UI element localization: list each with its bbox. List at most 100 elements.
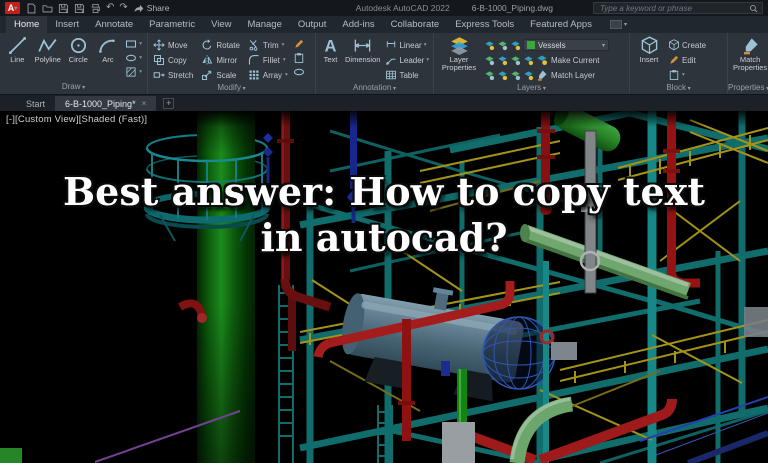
trim-tool[interactable]: Trim <box>248 38 288 52</box>
scale-tool[interactable]: Scale <box>201 68 240 82</box>
panel-label-block[interactable]: Block <box>630 82 727 94</box>
ribbon-tab[interactable]: Express Tools <box>447 16 522 33</box>
insert-tool[interactable]: Insert <box>635 36 663 64</box>
layer-color-swatch <box>527 41 535 49</box>
arc-tool[interactable]: Arc <box>96 36 121 64</box>
ellipse-tool[interactable] <box>125 52 142 64</box>
array-tool[interactable]: Array <box>248 68 288 82</box>
save-as-icon[interactable] <box>74 3 85 14</box>
stretch-tool[interactable]: Stretch <box>153 68 193 82</box>
hatch-tool[interactable] <box>125 66 142 78</box>
properties-tools: Match Properties ByLayer ByLayer <box>728 33 768 82</box>
panel-label-properties[interactable]: Properties <box>728 82 768 94</box>
undo-icon[interactable]: ↶ <box>106 3 114 13</box>
mirror-tool[interactable]: Mirror <box>201 53 240 67</box>
tab-bar-extra-icon[interactable] <box>609 16 627 33</box>
polyline-icon <box>38 36 57 55</box>
line-icon <box>8 36 27 55</box>
match-properties-tool[interactable]: Match Properties <box>733 36 767 73</box>
linear-tool[interactable]: Linear <box>385 38 429 52</box>
line-tool[interactable]: Line <box>5 36 30 64</box>
tool-label: Array <box>262 70 283 80</box>
panel-label-modify[interactable]: Modify <box>148 82 315 94</box>
ribbon-tab-label: Parametric <box>149 19 196 30</box>
layer-isolate-icon[interactable] <box>484 55 495 66</box>
dimension-tool[interactable]: Dimension <box>345 36 380 64</box>
autocad-logo[interactable] <box>5 2 20 14</box>
match-layer-tool[interactable]: Match Layer <box>536 69 595 81</box>
layer-on-icon[interactable] <box>523 55 534 66</box>
layer-unisolate-icon[interactable] <box>497 55 508 66</box>
new-tab-button[interactable]: + <box>163 98 175 109</box>
plot-icon[interactable] <box>90 3 101 14</box>
ribbon-tab[interactable]: Manage <box>240 16 290 33</box>
tool-label: Stretch <box>168 70 194 80</box>
array-icon <box>248 69 260 81</box>
layer-prev-icon[interactable] <box>484 70 495 81</box>
layer-freeze-icon[interactable] <box>497 40 508 51</box>
rectangle-icon <box>125 38 137 50</box>
panel-label-annotation[interactable]: Annotation <box>316 82 433 94</box>
erase-icon[interactable] <box>293 38 305 50</box>
match-layer-icon <box>536 69 548 81</box>
ribbon-tab-label: Annotate <box>95 19 134 30</box>
open-icon[interactable] <box>42 3 53 14</box>
circle-icon <box>69 36 88 55</box>
panel-label-layers[interactable]: Layers <box>434 82 629 94</box>
save-icon[interactable] <box>58 3 69 14</box>
text-tool[interactable]: Text <box>321 36 340 64</box>
viewport-controls[interactable]: [-][Custom View][Shaded (Fast)] <box>6 114 147 125</box>
tool-label: Match Layer <box>551 70 596 80</box>
search-input[interactable] <box>598 2 746 14</box>
ribbon-tab[interactable]: Insert <box>47 16 87 33</box>
polyline-tool[interactable]: Polyline <box>35 36 61 64</box>
table-tool[interactable]: Table <box>385 68 429 82</box>
drawing-tab[interactable]: 6-B-1000_Piping* × <box>55 96 157 111</box>
panel-modify: Move Copy Stretch Rotate Mirror Scale Tr… <box>148 33 316 94</box>
create-block-icon <box>668 39 680 51</box>
ribbon-tab-label: Home <box>14 19 40 30</box>
panel-block: Insert Create Edit Block <box>630 33 728 94</box>
layer-off-icon[interactable] <box>484 40 495 51</box>
circle-tool[interactable]: Circle <box>66 36 91 64</box>
start-tab[interactable]: Start <box>16 96 55 111</box>
search-box[interactable] <box>593 2 763 14</box>
copy-tool[interactable]: Copy <box>153 53 193 67</box>
ribbon-tab[interactable]: Collaborate <box>383 16 448 33</box>
leader-tool[interactable]: Leader <box>385 53 429 67</box>
move-tool[interactable]: Move <box>153 38 193 52</box>
ribbon-tab[interactable]: Output <box>290 16 335 33</box>
create-block-tool[interactable]: Create <box>668 38 706 52</box>
drawing-viewport[interactable]: [-][Custom View][Shaded (Fast)] Best ans… <box>0 111 768 463</box>
redo-icon[interactable]: ↷ <box>119 3 127 13</box>
rotate-tool[interactable]: Rotate <box>201 38 240 52</box>
layer-vpfreeze-icon[interactable] <box>510 70 521 81</box>
ribbon-tab[interactable]: View <box>203 16 239 33</box>
share-button[interactable]: Share <box>133 3 169 14</box>
explode-icon[interactable] <box>293 52 305 64</box>
layer-lock-icon[interactable] <box>510 40 521 51</box>
make-current-tool[interactable]: Make Current <box>536 54 599 66</box>
ribbon-tab[interactable]: Home <box>6 16 48 33</box>
offset-icon[interactable] <box>293 66 305 78</box>
block-attributes-tool[interactable] <box>668 68 706 82</box>
ribbon-tab[interactable]: Parametric <box>141 16 203 33</box>
layer-dropdown[interactable]: Vessels <box>523 39 609 51</box>
new-drawing-icon[interactable] <box>26 3 37 14</box>
search-icon[interactable] <box>749 4 758 13</box>
tool-label: Arc <box>102 55 114 64</box>
close-tab-icon[interactable]: × <box>142 99 147 108</box>
layer-properties-tool[interactable]: Layer Properties <box>439 36 479 73</box>
panel-label-draw[interactable]: Draw <box>0 81 147 94</box>
ribbon-tab[interactable]: Add-ins <box>334 16 382 33</box>
panel-layers: Layer Properties Vessels ▾ Make Current … <box>434 33 630 94</box>
edit-block-tool[interactable]: Edit <box>668 53 706 67</box>
fillet-tool[interactable]: Fillet <box>248 53 288 67</box>
rectangle-tool[interactable] <box>125 38 142 50</box>
layer-freeze2-icon[interactable] <box>510 55 521 66</box>
piping-model-canvas[interactable] <box>0 111 768 463</box>
layer-merge-icon[interactable] <box>523 70 534 81</box>
layer-walk-icon[interactable] <box>497 70 508 81</box>
ribbon-tab[interactable]: Featured Apps <box>522 16 600 33</box>
ribbon-tab[interactable]: Annotate <box>87 16 141 33</box>
